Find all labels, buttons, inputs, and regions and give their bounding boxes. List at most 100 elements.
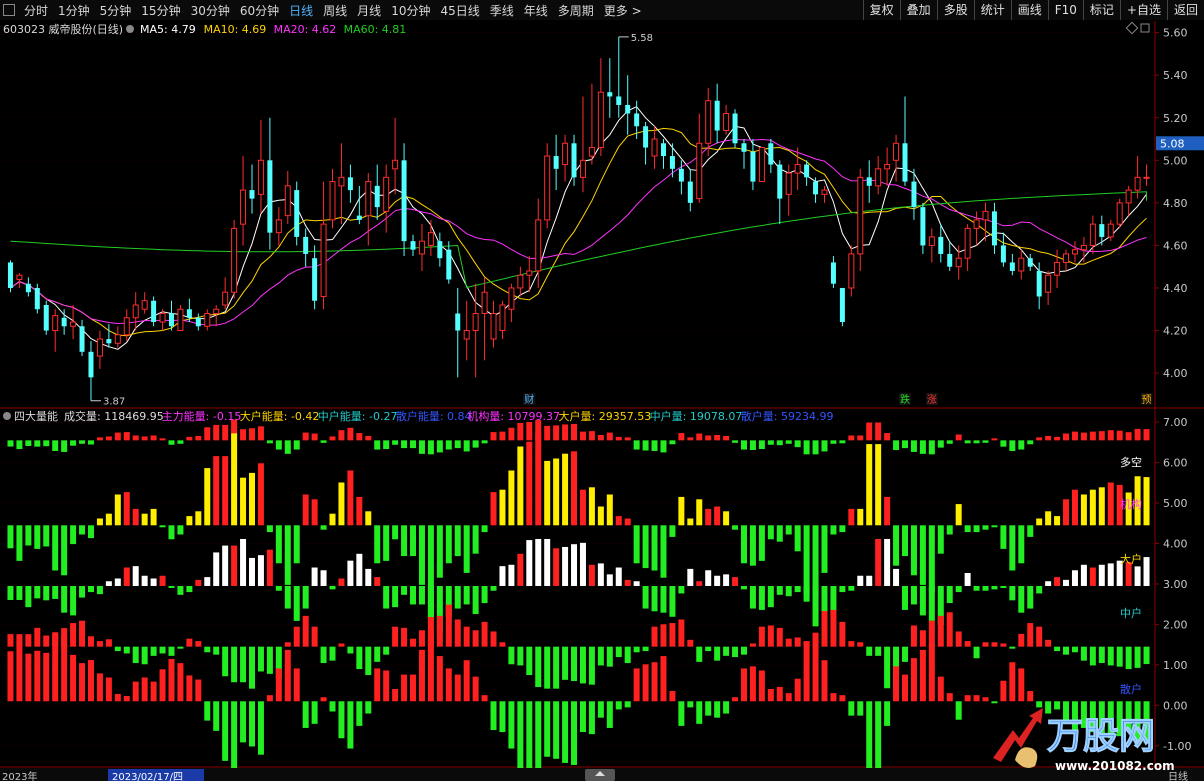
retail-bar (839, 695, 846, 702)
midholder-bar (1134, 646, 1141, 668)
indicator-title: 四大量能 (14, 409, 58, 423)
midholder-bar (248, 646, 255, 689)
midholder-bar (714, 646, 721, 661)
candle-body (446, 249, 452, 280)
midholder-bar (454, 619, 461, 647)
candle-body (634, 113, 640, 127)
longshort-bar (96, 437, 103, 441)
retail-bar (597, 701, 604, 718)
midholder-bar (794, 637, 801, 647)
indicator-value: 散户能量: 0.84 (396, 409, 472, 423)
bigholder-bar (320, 570, 327, 586)
longshort-bar (1089, 431, 1096, 441)
institution-bar (740, 525, 747, 564)
retail-bar (454, 674, 461, 702)
midholder-bar (651, 626, 658, 647)
retail-bar (34, 650, 41, 702)
longshort-bar (669, 440, 676, 445)
longshort-bar (812, 440, 819, 455)
sub-tick-label: 5.00 (1163, 497, 1188, 510)
longshort-bar (839, 440, 846, 444)
midholder-bar (1143, 646, 1150, 665)
retail-bar (562, 701, 569, 763)
institution-bar (159, 525, 166, 528)
bigholder-bar (311, 567, 318, 586)
longshort-bar (320, 440, 327, 443)
midholder-bar (624, 646, 631, 664)
bigholder-bar (168, 585, 175, 588)
institution-bar (132, 508, 139, 526)
retail-bar (275, 668, 282, 702)
retail-bar (571, 701, 578, 765)
institution-bar (96, 518, 103, 526)
date-axis-label: 2023年 (2, 770, 37, 781)
bigholder-bar (624, 579, 631, 586)
bigholder-bar (293, 585, 300, 621)
settings-icon[interactable] (126, 25, 134, 33)
price-tick-label: 4.40 (1163, 282, 1188, 295)
settings-icon[interactable] (3, 412, 11, 420)
panel-row-label: 散户 (1120, 682, 1142, 696)
candle-body (312, 258, 318, 301)
bigholder-bar (651, 585, 658, 612)
midholder-bar (222, 646, 229, 677)
midholder-bar (436, 615, 443, 647)
midholder-bar (553, 646, 560, 689)
institution-bar (302, 494, 309, 526)
bigholder-bar (87, 585, 94, 593)
institution-bar (553, 458, 560, 526)
longshort-bar (615, 436, 622, 441)
midholder-bar (284, 642, 291, 647)
longshort-bar (240, 429, 247, 441)
candle-body (499, 304, 506, 332)
retail-bar (320, 697, 327, 702)
bigholder-bar (114, 578, 121, 586)
midholder-bar (902, 646, 909, 662)
institution-bar (374, 525, 381, 564)
longshort-bar (383, 440, 390, 450)
candle-body (383, 176, 390, 212)
institution-bar (902, 525, 909, 557)
longshort-bar (177, 440, 184, 444)
candle-body (365, 181, 372, 217)
retail-bar (687, 701, 694, 708)
bigholder-bar (1098, 564, 1105, 586)
longshort-bar (150, 435, 157, 441)
bigholder-bar (1018, 585, 1025, 613)
candle-body (284, 185, 291, 217)
midholder-bar (7, 634, 14, 647)
bigholder-bar (973, 585, 980, 591)
institution-bar (338, 482, 345, 526)
bigholder-bar (1036, 585, 1043, 594)
retail-bar (52, 632, 59, 702)
institution-bar (141, 513, 148, 526)
longshort-bar (1116, 430, 1123, 441)
bigholder-bar (884, 538, 891, 586)
institution-bar (1089, 489, 1096, 526)
retail-bar (195, 679, 202, 702)
sub-tick-label: 3.00 (1163, 578, 1188, 591)
bigholder-bar (767, 585, 774, 608)
longshort-bar (302, 432, 309, 441)
candle-body (463, 330, 470, 340)
bigholder-bar (248, 557, 255, 586)
midholder-bar (579, 646, 586, 684)
bigholder-bar (302, 585, 309, 609)
longshort-bar (114, 432, 121, 441)
bigholder-bar (257, 555, 264, 586)
candle-body (643, 126, 649, 148)
midholder-bar (463, 626, 470, 647)
longshort-bar (1018, 440, 1025, 450)
longshort-bar (463, 440, 470, 452)
longshort-bar (195, 435, 202, 441)
panel-row-label: 多空 (1120, 455, 1142, 469)
candle (34, 283, 40, 314)
retail-bar (490, 701, 497, 731)
bigholder-bar (338, 578, 345, 586)
institution-bar (875, 444, 882, 526)
bigholder-bar (893, 568, 900, 586)
retail-bar (964, 695, 971, 702)
bigholder-bar (839, 585, 846, 593)
institution-bar (714, 506, 721, 526)
institution-bar (1143, 477, 1150, 526)
